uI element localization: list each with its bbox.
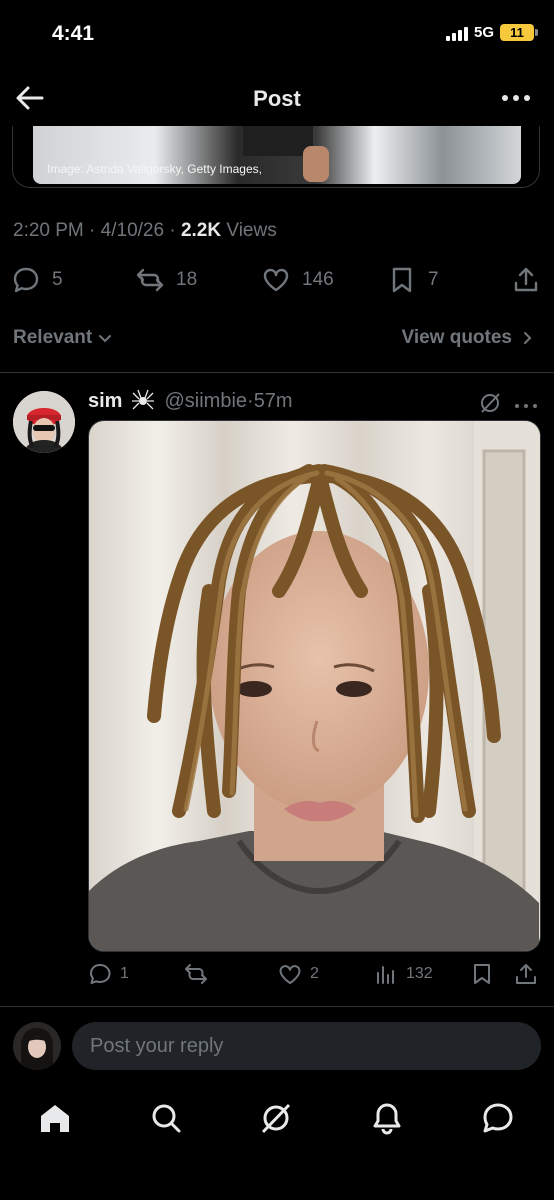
reply-button[interactable]: 5 <box>12 266 63 294</box>
post-time: 2:20 PM <box>13 220 84 241</box>
share-button[interactable] <box>512 266 540 294</box>
heart-icon <box>279 965 301 984</box>
image-credit: Image: Astrida Valigorsky, Getty Images, <box>47 162 262 176</box>
reply-icon <box>13 267 39 293</box>
notifications-icon <box>373 1103 401 1135</box>
messages-icon <box>483 1103 513 1133</box>
post-meta: 2:20 PM · 4/10/26 · 2.2K Views <box>13 220 277 241</box>
chevron-right-icon <box>524 332 532 344</box>
photo-image <box>89 421 540 951</box>
divider <box>0 372 554 373</box>
post-action-bar: 5 18 146 7 <box>12 266 542 296</box>
battery-icon: 11 <box>500 24 538 41</box>
search-icon <box>152 1104 181 1133</box>
grok-icon <box>481 393 500 413</box>
reply-action-bar: 1 2 132 <box>88 962 540 990</box>
page-title: Post <box>253 86 301 111</box>
nav-grok[interactable] <box>258 1100 294 1136</box>
share-icon <box>516 964 536 984</box>
bookmark-icon <box>474 964 490 984</box>
display-name[interactable]: sim <box>88 390 122 413</box>
status-indicators: 5G 11 <box>445 24 538 41</box>
nav-home[interactable] <box>37 1100 73 1136</box>
sort-dropdown[interactable]: Relevant <box>13 327 114 349</box>
more-icon <box>515 404 537 408</box>
user-handle[interactable]: @siimbie <box>164 390 247 413</box>
nav-messages[interactable] <box>480 1100 516 1136</box>
reply-placeholder: Post your reply <box>90 1034 224 1057</box>
battery-level: 11 <box>510 25 524 40</box>
grok-button[interactable] <box>478 391 502 415</box>
share-icon <box>514 267 538 292</box>
bookmark-button[interactable]: 7 <box>388 266 439 294</box>
avatar[interactable] <box>13 391 75 453</box>
reply-count: 5 <box>52 269 63 290</box>
bookmark-button[interactable] <box>470 962 494 986</box>
divider <box>0 1006 554 1007</box>
avatar-image <box>13 391 75 453</box>
bookmark-icon <box>392 267 412 293</box>
like-button[interactable]: 2 <box>278 962 319 986</box>
avatar-image <box>13 1022 61 1070</box>
separator: · <box>247 389 254 412</box>
analytics-icon <box>377 966 394 984</box>
post-age: 57m <box>253 389 293 412</box>
network-label: 5G <box>473 24 494 41</box>
repost-button[interactable]: 18 <box>136 266 197 294</box>
more-options-button[interactable] <box>500 88 532 108</box>
share-button[interactable] <box>514 962 538 986</box>
views-button[interactable]: 132 <box>374 962 433 986</box>
reply-count: 1 <box>120 965 129 982</box>
post-photo[interactable] <box>88 420 541 952</box>
my-avatar[interactable] <box>13 1022 61 1070</box>
view-quotes-link[interactable]: View quotes <box>401 327 536 349</box>
nav-notifications[interactable] <box>369 1100 405 1136</box>
views-label: Views <box>226 220 277 241</box>
quoted-media-card[interactable]: Image: Astrida Valigorsky, Getty Images, <box>12 126 540 188</box>
grok-icon <box>261 1103 291 1134</box>
repost-icon <box>185 964 207 984</box>
views-count: 132 <box>406 965 433 982</box>
reply-post-header: sim @siimbie · 57m <box>88 388 293 414</box>
post-date: 4/10/26 <box>100 220 165 241</box>
bookmark-count: 7 <box>428 269 439 290</box>
like-count: 146 <box>302 269 334 290</box>
reply-input[interactable]: Post your reply <box>72 1022 541 1070</box>
nav-search[interactable] <box>148 1100 184 1136</box>
spider-icon <box>132 389 155 410</box>
view-quotes-label: View quotes <box>401 327 512 348</box>
post-more-button[interactable] <box>514 398 538 408</box>
reply-icon <box>90 964 111 984</box>
repost-count: 18 <box>176 269 198 290</box>
status-time: 4:41 <box>52 22 95 45</box>
home-icon <box>41 1105 69 1132</box>
repost-button[interactable] <box>184 962 208 986</box>
repost-icon <box>136 268 164 292</box>
views-count: 2.2K <box>180 220 222 241</box>
chevron-down-icon <box>99 335 112 343</box>
reply-button[interactable]: 1 <box>88 962 129 986</box>
like-count: 2 <box>310 965 319 982</box>
more-icon <box>502 95 530 101</box>
heart-icon <box>263 268 289 292</box>
bottom-navigation <box>0 1092 554 1140</box>
sort-label: Relevant <box>13 327 93 348</box>
signal-icon <box>445 25 468 41</box>
like-button[interactable]: 146 <box>262 266 334 294</box>
